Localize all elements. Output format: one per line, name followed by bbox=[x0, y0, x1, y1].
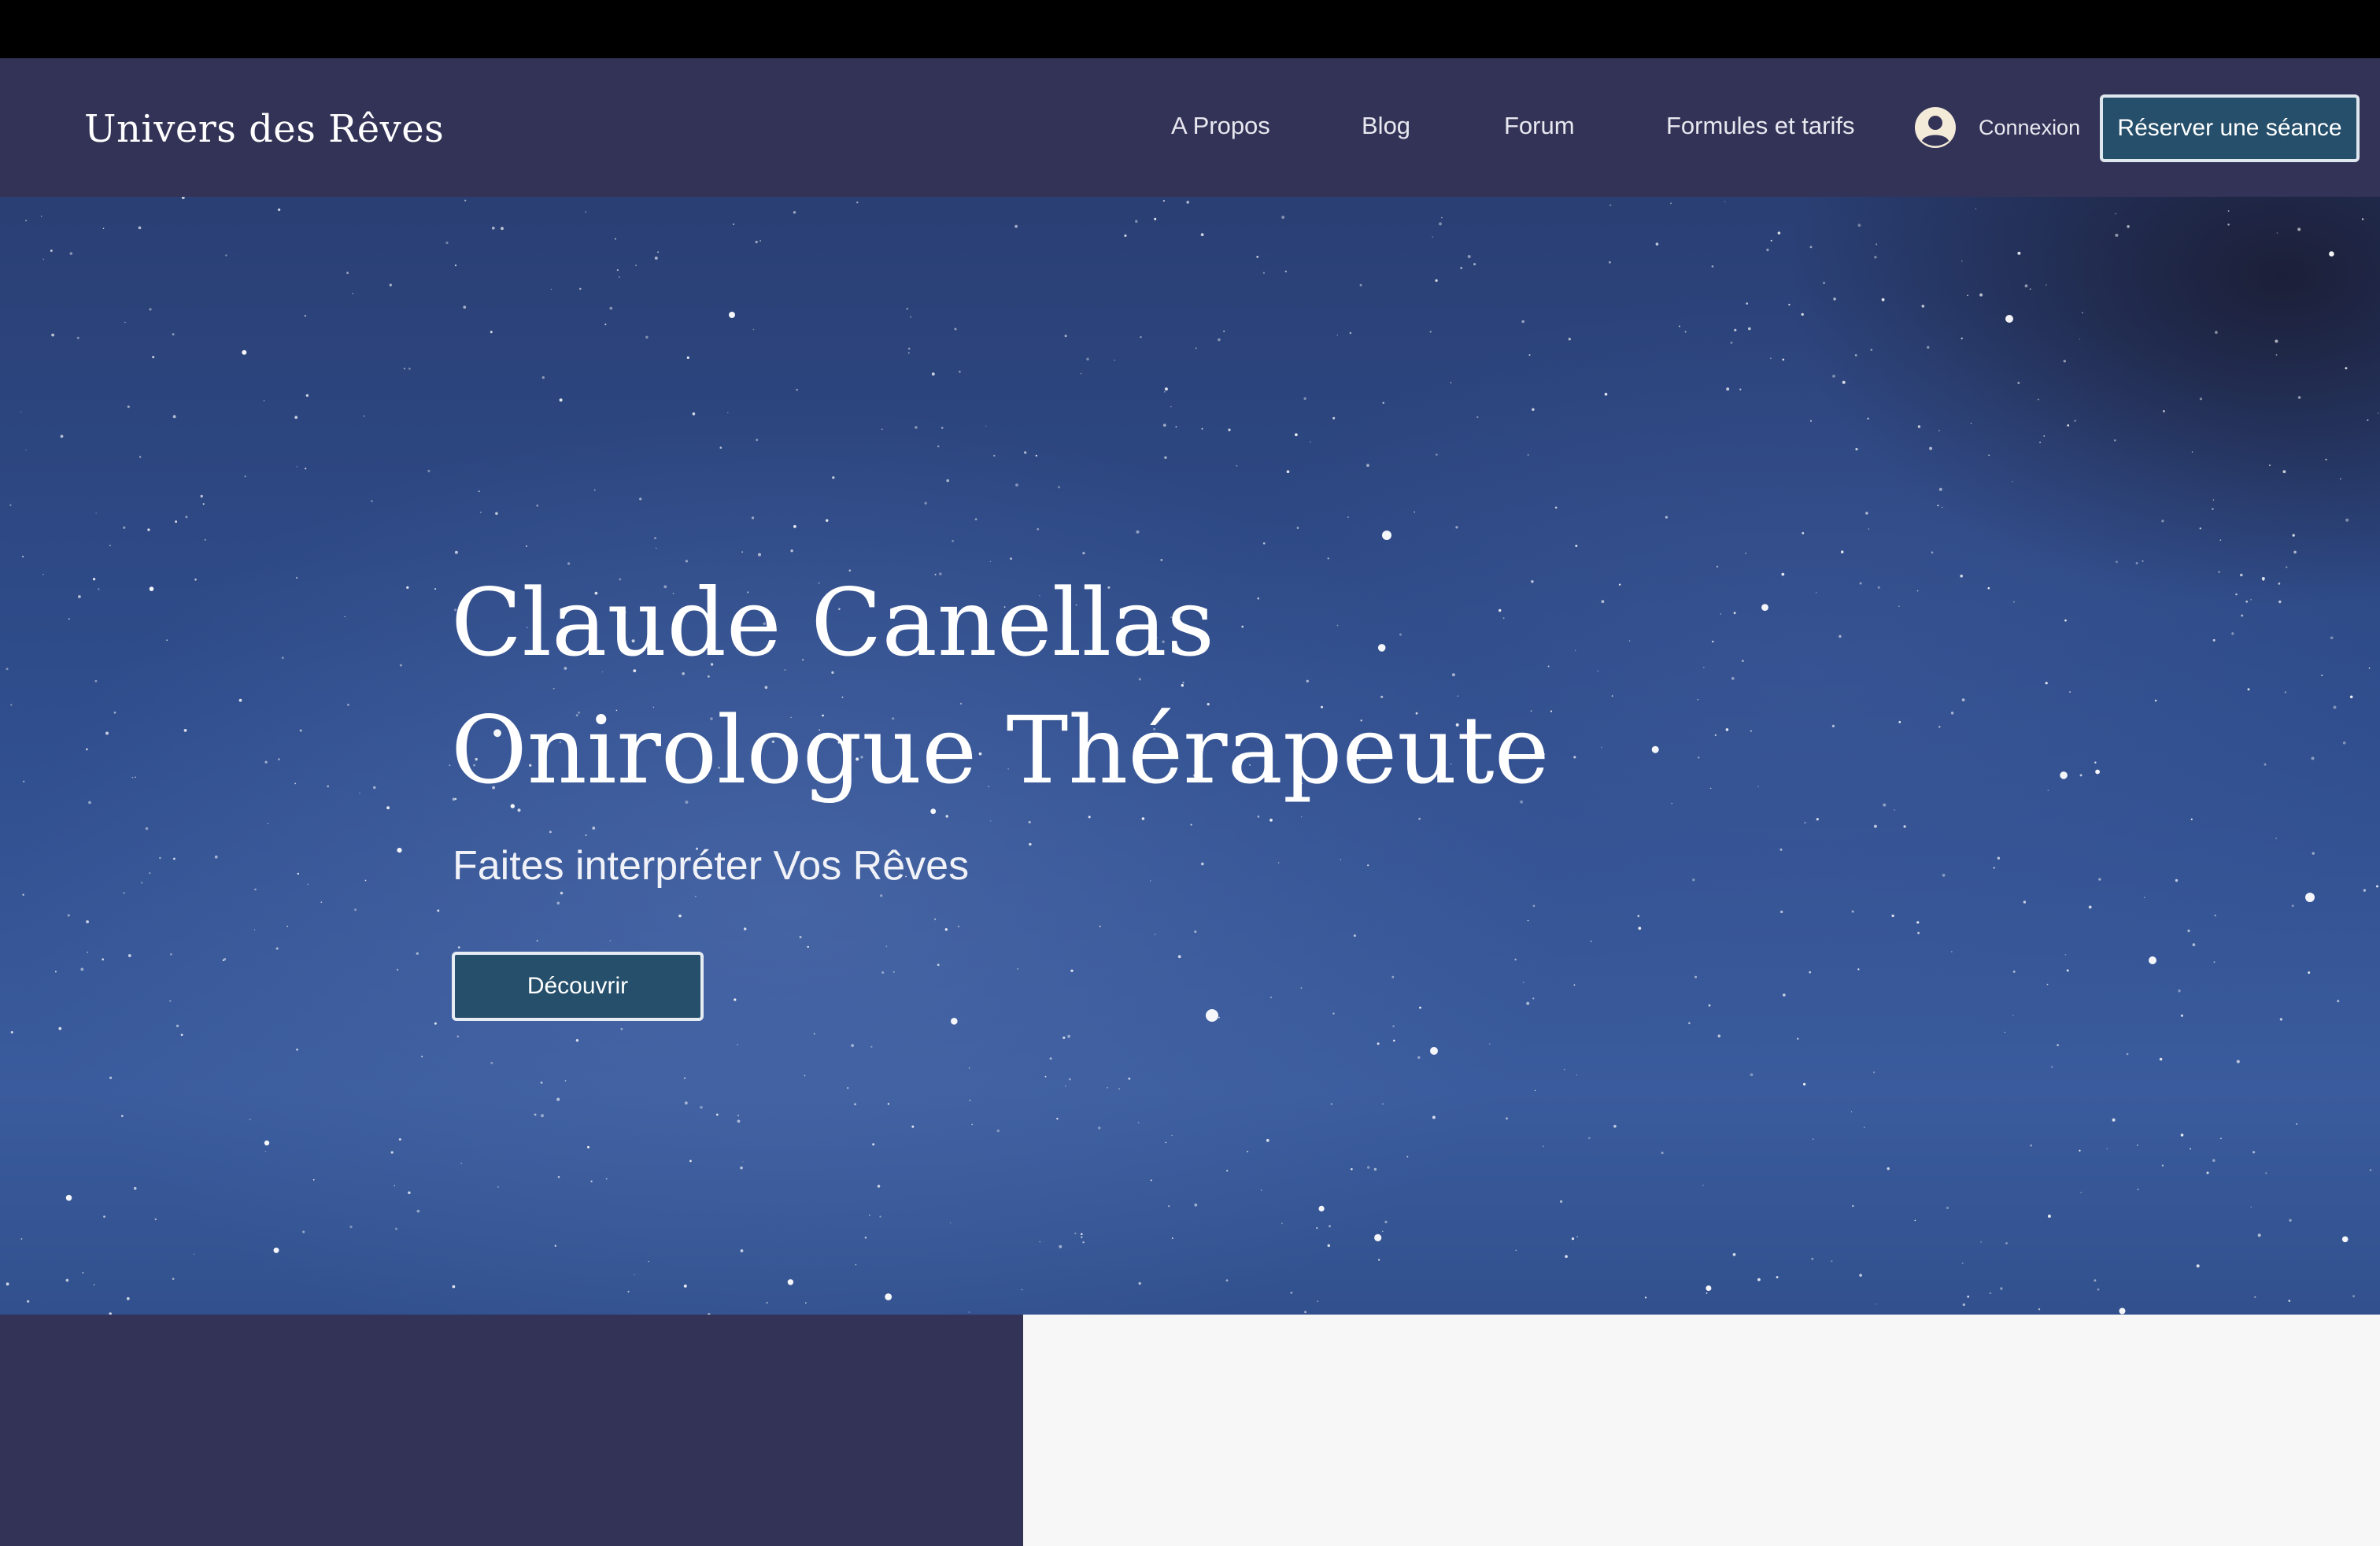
login-button[interactable]: Connexion bbox=[1914, 105, 2080, 150]
hero-subtitle: Faites interpréter Vos Rêves bbox=[453, 843, 970, 889]
nav-item-forum[interactable]: Forum bbox=[1504, 112, 1575, 140]
dark-panel bbox=[0, 1315, 1023, 1546]
discover-button[interactable]: Découvrir bbox=[452, 952, 704, 1021]
hero-title: Claude Canellas Onirologue Thérapeute bbox=[451, 559, 1550, 814]
hero-section: Claude Canellas Onirologue Thérapeute Fa… bbox=[0, 197, 2380, 1315]
browser-top-bar bbox=[0, 0, 2380, 58]
nav-item-formules-tarifs[interactable]: Formules et tarifs bbox=[1666, 112, 1854, 140]
nav-item-a-propos[interactable]: A Propos bbox=[1171, 112, 1270, 140]
site-header: Univers des Rêves A Propos Blog Forum Fo… bbox=[0, 58, 2380, 197]
book-session-button[interactable]: Réserver une séance bbox=[2100, 94, 2360, 162]
hero-title-name: Claude Canellas bbox=[451, 568, 1215, 677]
nav-item-blog[interactable]: Blog bbox=[1362, 112, 1410, 140]
light-panel bbox=[1023, 1315, 2380, 1546]
login-label: Connexion bbox=[1979, 115, 2081, 139]
hero-title-profession: Onirologue Thérapeute bbox=[451, 696, 1550, 804]
site-logo[interactable]: Univers des Rêves bbox=[84, 107, 444, 151]
user-avatar-icon bbox=[1915, 107, 1956, 148]
